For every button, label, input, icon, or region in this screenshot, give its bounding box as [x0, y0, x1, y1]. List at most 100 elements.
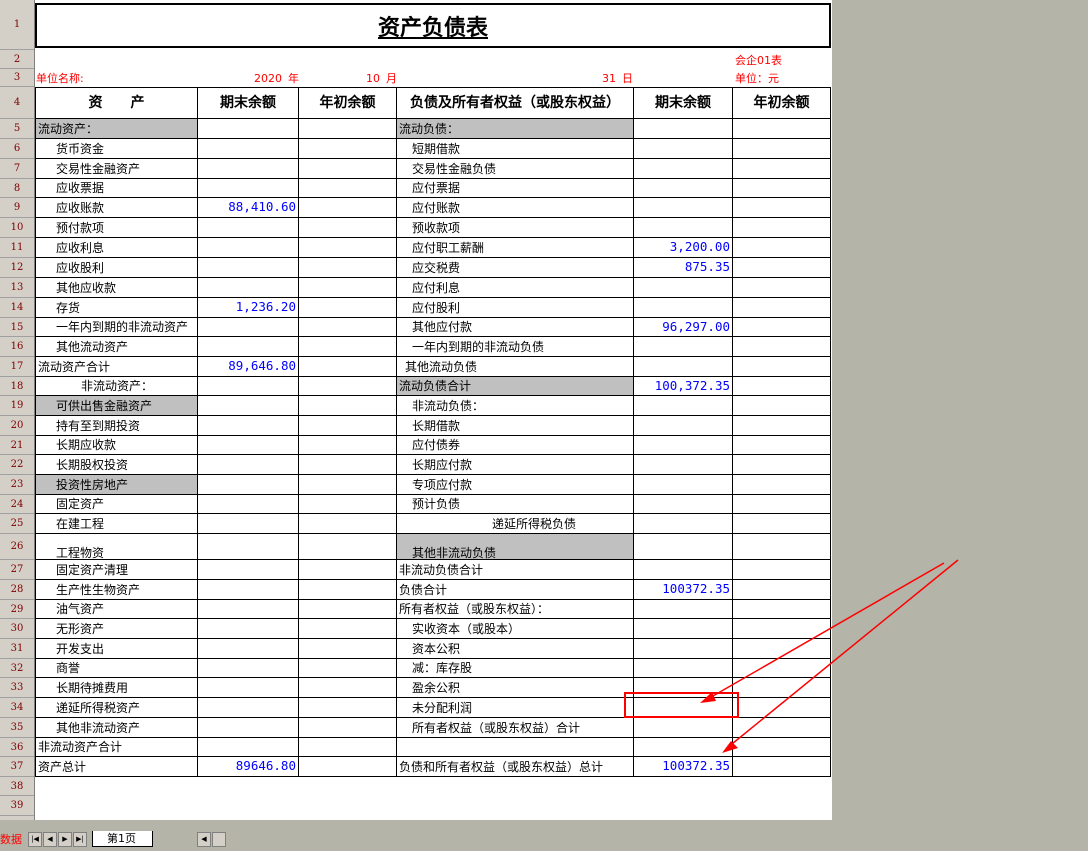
liability-end-balance[interactable]: 100,372.35 — [634, 377, 733, 396]
asset-end-balance[interactable] — [198, 416, 299, 436]
asset-begin-balance[interactable] — [299, 455, 397, 475]
liability-begin-balance[interactable] — [733, 377, 831, 396]
liability-begin-balance[interactable] — [733, 639, 831, 659]
asset-begin-balance[interactable] — [299, 698, 397, 718]
liability-end-balance[interactable] — [634, 218, 733, 238]
asset-item-label[interactable]: 长期股权投资 — [35, 455, 198, 475]
hscroll-right-button[interactable] — [212, 831, 226, 847]
asset-begin-balance[interactable] — [299, 757, 397, 777]
year-value[interactable]: 2020 — [254, 70, 288, 86]
asset-end-balance[interactable] — [198, 119, 299, 139]
asset-begin-balance[interactable] — [299, 718, 397, 738]
liability-begin-balance[interactable] — [733, 159, 831, 179]
asset-begin-balance[interactable] — [299, 119, 397, 139]
liability-begin-balance[interactable] — [733, 495, 831, 514]
asset-end-balance[interactable] — [198, 436, 299, 455]
liability-end-balance[interactable] — [634, 738, 733, 757]
asset-begin-balance[interactable] — [299, 396, 397, 416]
month-value[interactable]: 10 — [366, 70, 386, 86]
form-number[interactable]: 会企01表 — [735, 51, 831, 69]
asset-item-label[interactable]: 货币资金 — [35, 139, 198, 159]
liability-end-balance[interactable] — [634, 495, 733, 514]
asset-begin-balance[interactable] — [299, 416, 397, 436]
asset-begin-balance[interactable] — [299, 198, 397, 218]
asset-end-balance[interactable] — [198, 738, 299, 757]
asset-item-label[interactable]: 开发支出 — [35, 639, 198, 659]
asset-item-label[interactable]: 长期待摊费用 — [35, 678, 198, 698]
asset-end-balance[interactable] — [198, 580, 299, 600]
liability-begin-balance[interactable] — [733, 416, 831, 436]
asset-end-balance[interactable] — [198, 139, 299, 159]
liability-begin-balance[interactable] — [733, 738, 831, 757]
asset-item-label[interactable]: 流动资产合计 — [35, 357, 198, 377]
asset-begin-balance[interactable] — [299, 560, 397, 580]
asset-end-balance[interactable]: 89,646.80 — [198, 357, 299, 377]
asset-item-label[interactable]: 无形资产 — [35, 619, 198, 639]
liability-begin-balance[interactable] — [733, 436, 831, 455]
asset-item-label[interactable]: 应收账款 — [35, 198, 198, 218]
liability-item-label[interactable]: 实收资本（或股本） — [397, 619, 634, 639]
liability-item-label[interactable]: 应付职工薪酬 — [397, 238, 634, 258]
asset-item-label[interactable]: 长期应收款 — [35, 436, 198, 455]
asset-begin-balance[interactable] — [299, 495, 397, 514]
asset-begin-balance[interactable] — [299, 278, 397, 298]
asset-end-balance[interactable] — [198, 560, 299, 580]
asset-end-balance[interactable] — [198, 337, 299, 357]
next-sheet-button[interactable]: ▶ — [58, 831, 72, 847]
liability-end-balance[interactable] — [634, 534, 733, 560]
liability-item-label[interactable]: 递延所得税负债 — [397, 514, 634, 534]
asset-begin-balance[interactable] — [299, 678, 397, 698]
asset-begin-balance[interactable] — [299, 534, 397, 560]
asset-item-label[interactable]: 在建工程 — [35, 514, 198, 534]
asset-begin-balance[interactable] — [299, 318, 397, 337]
asset-end-balance[interactable] — [198, 218, 299, 238]
liability-begin-balance[interactable] — [733, 337, 831, 357]
liability-item-label[interactable]: 所有者权益（或股东权益）合计 — [397, 718, 634, 738]
liability-begin-balance[interactable] — [733, 298, 831, 318]
liability-end-balance[interactable]: 3,200.00 — [634, 238, 733, 258]
asset-end-balance[interactable] — [198, 159, 299, 179]
asset-end-balance[interactable] — [198, 698, 299, 718]
liability-begin-balance[interactable] — [733, 238, 831, 258]
asset-end-balance[interactable] — [198, 278, 299, 298]
asset-item-label[interactable]: 流动资产： — [35, 119, 198, 139]
asset-begin-balance[interactable] — [299, 179, 397, 198]
liability-begin-balance[interactable] — [733, 278, 831, 298]
liability-begin-balance[interactable] — [733, 179, 831, 198]
asset-item-label[interactable]: 工程物资 — [35, 534, 198, 560]
liability-end-balance[interactable] — [634, 119, 733, 139]
asset-end-balance[interactable] — [198, 534, 299, 560]
asset-end-balance[interactable] — [198, 396, 299, 416]
asset-begin-balance[interactable] — [299, 514, 397, 534]
asset-begin-balance[interactable] — [299, 258, 397, 278]
liability-begin-balance[interactable] — [733, 678, 831, 698]
liability-begin-balance[interactable] — [733, 619, 831, 639]
liability-end-balance[interactable]: 100372.35 — [634, 757, 733, 777]
liability-item-label[interactable]: 应交税费 — [397, 258, 634, 278]
liability-item-label[interactable]: 应付账款 — [397, 198, 634, 218]
liability-begin-balance[interactable] — [733, 534, 831, 560]
liability-item-label[interactable]: 资本公积 — [397, 639, 634, 659]
liability-end-balance[interactable] — [634, 278, 733, 298]
liability-end-balance[interactable] — [634, 416, 733, 436]
asset-end-balance[interactable] — [198, 619, 299, 639]
asset-item-label[interactable]: 投资性房地产 — [35, 475, 198, 495]
asset-begin-balance[interactable] — [299, 475, 397, 495]
sheet-title[interactable]: 资产负债表 — [35, 3, 831, 48]
asset-begin-balance[interactable] — [299, 159, 397, 179]
asset-item-label[interactable]: 交易性金融资产 — [35, 159, 198, 179]
currency-unit[interactable]: 单位：元 — [735, 70, 831, 86]
liability-item-label[interactable]: 非流动负债： — [397, 396, 634, 416]
liability-item-label[interactable]: 其他非流动负债 — [397, 534, 634, 560]
liability-end-balance[interactable] — [634, 396, 733, 416]
liability-item-label[interactable]: 减：库存股 — [397, 659, 634, 678]
asset-item-label[interactable]: 其他流动资产 — [35, 337, 198, 357]
header-liabilities-equity[interactable]: 负债及所有者权益（或股东权益） — [397, 87, 634, 119]
liability-end-balance[interactable] — [634, 298, 733, 318]
liability-begin-balance[interactable] — [733, 580, 831, 600]
asset-item-label[interactable]: 应收股利 — [35, 258, 198, 278]
liability-item-label[interactable]: 流动负债： — [397, 119, 634, 139]
asset-end-balance[interactable] — [198, 238, 299, 258]
asset-end-balance[interactable] — [198, 318, 299, 337]
asset-begin-balance[interactable] — [299, 659, 397, 678]
